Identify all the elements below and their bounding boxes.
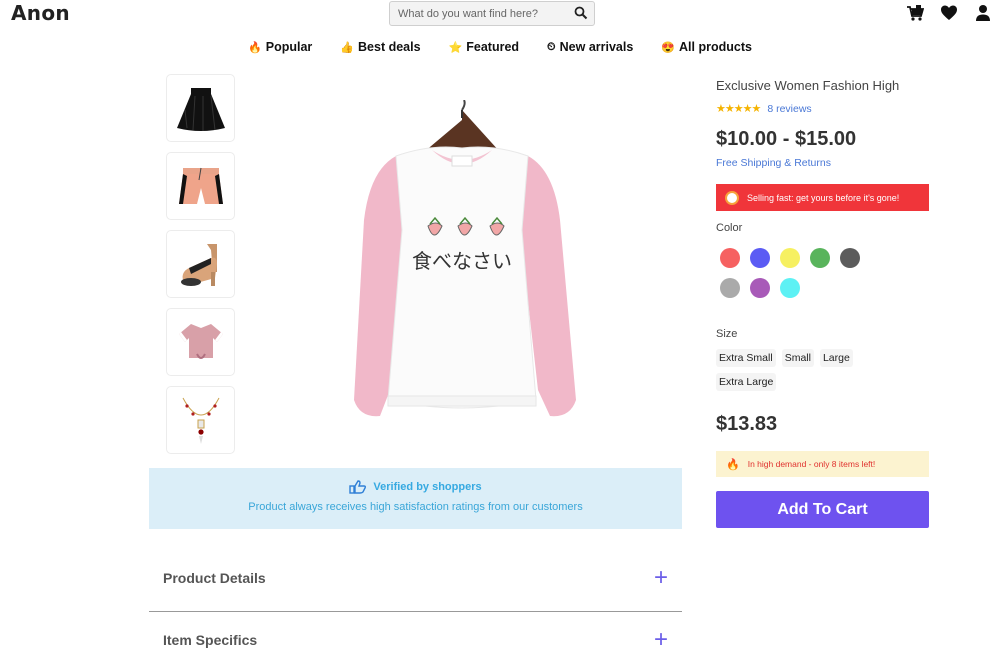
price-range: $10.00 - $15.00 bbox=[716, 128, 857, 150]
thumbnail-shorts[interactable] bbox=[166, 152, 235, 220]
logo[interactable]: Anon bbox=[11, 1, 70, 25]
size-extra-small[interactable]: Extra Small bbox=[716, 349, 776, 367]
color-swatch[interactable] bbox=[750, 248, 770, 268]
size-small[interactable]: Small bbox=[781, 349, 814, 367]
accordion-item-specifics[interactable]: Item Specifics + bbox=[149, 628, 682, 652]
clock-icon bbox=[725, 190, 739, 205]
search-icon[interactable] bbox=[574, 6, 588, 20]
crop-top-image bbox=[178, 324, 223, 359]
product-title: Exclusive Women Fashion High bbox=[716, 78, 900, 93]
nav-new-arrivals[interactable]: ⏲ New arrivals bbox=[547, 38, 633, 56]
nav-all-products[interactable]: 😍 All products bbox=[661, 38, 752, 56]
search-box bbox=[389, 1, 595, 26]
size-label: Size bbox=[716, 328, 738, 340]
shipping-link[interactable]: Free Shipping & Returns bbox=[716, 157, 831, 169]
nav-label: All products bbox=[679, 40, 752, 54]
rating-stars: ★★★★★ bbox=[716, 103, 761, 115]
necklace-image bbox=[182, 397, 219, 444]
accordion-product-details[interactable]: Product Details + bbox=[149, 566, 682, 590]
main-product-image: 食べなさい bbox=[354, 100, 576, 417]
color-swatch[interactable] bbox=[780, 248, 800, 268]
color-swatch[interactable] bbox=[720, 248, 740, 268]
header: Anon bbox=[0, 0, 1000, 28]
nav-label: Featured bbox=[466, 40, 520, 54]
category-nav: 🔥 Popular 👍 Best deals ⭐ Featured ⏲ New … bbox=[0, 38, 1000, 56]
star-icon: ⭐ bbox=[448, 41, 463, 54]
selling-fast-text: Selling fast: get yours before it's gone… bbox=[747, 192, 900, 203]
user-icon[interactable] bbox=[974, 4, 992, 22]
nav-label: Popular bbox=[265, 40, 313, 54]
plus-icon[interactable]: + bbox=[654, 628, 668, 652]
fire-icon: 🔥 bbox=[248, 41, 262, 54]
thumbnail-necklace[interactable] bbox=[166, 386, 235, 454]
color-swatch[interactable] bbox=[840, 248, 860, 268]
color-swatch[interactable] bbox=[780, 278, 800, 298]
verified-title-text: Verified by shoppers bbox=[373, 481, 482, 493]
rating: ★★★★★ 8 reviews bbox=[716, 102, 812, 116]
size-large[interactable]: Large bbox=[819, 349, 853, 367]
color-swatch[interactable] bbox=[810, 248, 830, 268]
selling-fast-banner: Selling fast: get yours before it's gone… bbox=[716, 184, 929, 211]
nav-popular[interactable]: 🔥 Popular bbox=[248, 38, 312, 56]
nav-featured[interactable]: ⭐ Featured bbox=[449, 38, 520, 56]
japanese-text: 食べなさい bbox=[412, 249, 512, 273]
verified-subtitle: Product always receives high satisfactio… bbox=[248, 501, 583, 513]
thumbs-up-icon: 👍 bbox=[340, 41, 355, 54]
color-label: Color bbox=[716, 222, 743, 234]
color-swatch[interactable] bbox=[750, 278, 770, 298]
reviews-link[interactable]: 8 reviews bbox=[767, 103, 811, 115]
accordion-label: Item Specifics bbox=[163, 632, 258, 648]
thumbnail-heels[interactable] bbox=[166, 230, 235, 298]
thumbnail-list bbox=[166, 74, 235, 464]
shorts-image bbox=[178, 167, 223, 204]
fire-icon: 🔥 bbox=[726, 458, 740, 471]
plus-icon[interactable]: + bbox=[654, 566, 668, 590]
divider bbox=[149, 611, 682, 612]
thumbnail-skirt[interactable] bbox=[166, 74, 235, 142]
heart-icon[interactable] bbox=[940, 4, 958, 22]
nav-best-deals[interactable]: 👍 Best deals bbox=[340, 38, 420, 56]
heels-image bbox=[180, 244, 217, 286]
product-price: $13.83 bbox=[716, 413, 778, 435]
nav-label: New arrivals bbox=[559, 40, 634, 54]
verified-banner: Verified by shoppers Product always rece… bbox=[149, 468, 682, 529]
thumbs-up-icon bbox=[349, 480, 367, 494]
thumbnail-crop-top[interactable] bbox=[166, 308, 235, 376]
accordion-label: Product Details bbox=[163, 570, 266, 586]
heart-eyes-icon: 😍 bbox=[661, 41, 676, 54]
add-to-cart-button[interactable]: Add To Cart bbox=[716, 491, 929, 528]
skirt-image bbox=[176, 88, 225, 131]
demand-text: In high demand - only 8 items left! bbox=[747, 459, 876, 469]
verified-title: Verified by shoppers bbox=[149, 480, 682, 494]
size-options: Extra Small Small Large Extra Large bbox=[716, 349, 886, 391]
cart-icon[interactable] bbox=[906, 4, 924, 22]
size-extra-large[interactable]: Extra Large bbox=[716, 373, 777, 391]
demand-banner: 🔥 In high demand - only 8 items left! bbox=[716, 451, 929, 477]
color-swatches bbox=[720, 248, 880, 298]
stopwatch-icon: ⏲ bbox=[547, 40, 556, 53]
header-icons bbox=[906, 4, 992, 22]
nav-label: Best deals bbox=[358, 40, 421, 54]
search-input[interactable] bbox=[390, 2, 565, 25]
color-swatch[interactable] bbox=[720, 278, 740, 298]
